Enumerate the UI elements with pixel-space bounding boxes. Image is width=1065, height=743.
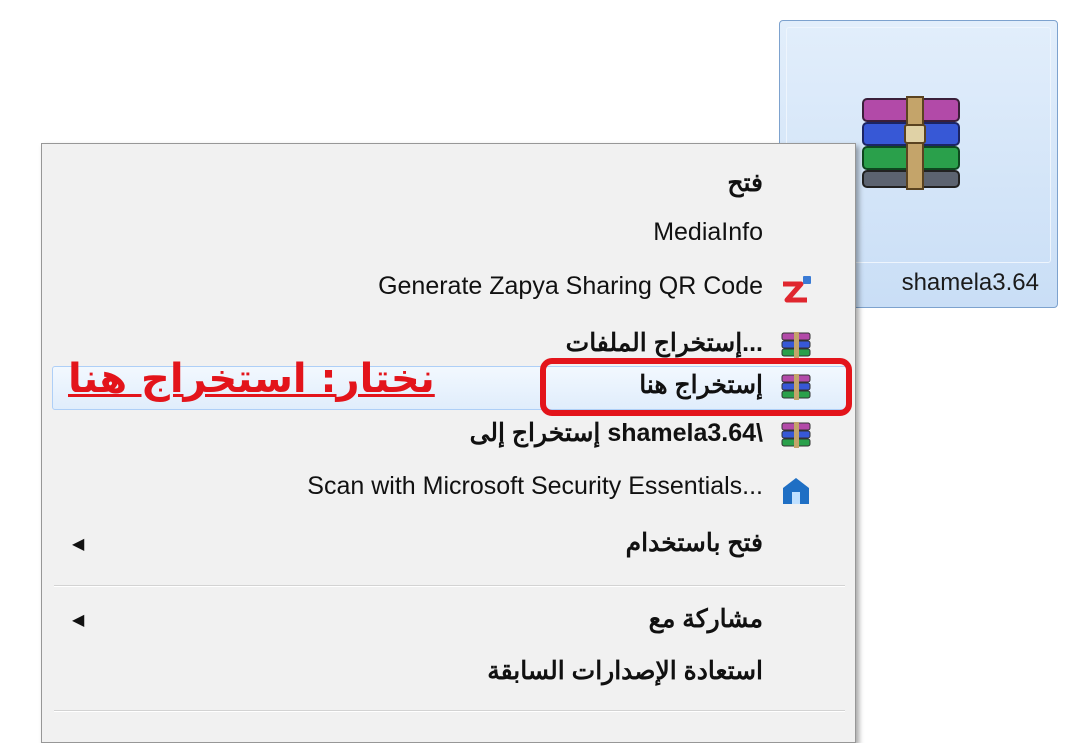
annotation-highlight-box xyxy=(540,358,852,416)
menu-item-label: فتح باستخدام xyxy=(625,529,763,557)
menu-item-label: إستخراج الملفات... xyxy=(565,329,763,357)
menu-item-scan-mse[interactable]: Scan with Microsoft Security Essentials.… xyxy=(42,464,855,516)
menu-item-label: MediaInfo xyxy=(653,218,763,246)
menu-item-open[interactable]: فتح xyxy=(42,160,855,212)
zapya-icon xyxy=(783,276,811,303)
menu-separator xyxy=(54,710,845,712)
menu-item-zapya-qr[interactable]: Generate Zapya Sharing QR Code xyxy=(42,264,855,316)
winrar-icon xyxy=(781,422,811,448)
menu-item-label: فتح xyxy=(727,169,763,197)
winrar-archive-icon xyxy=(862,96,960,190)
security-essentials-icon xyxy=(783,478,809,504)
menu-item-label: استعادة الإصدارات السابقة xyxy=(487,657,763,685)
menu-item-share-with[interactable]: ◀ مشاركة مع xyxy=(42,596,855,648)
menu-item-restore-versions[interactable]: استعادة الإصدارات السابقة xyxy=(42,648,855,700)
menu-item-label: Scan with Microsoft Security Essentials.… xyxy=(307,472,763,500)
menu-separator xyxy=(54,585,845,587)
menu-item-label: مشاركة مع xyxy=(648,605,763,633)
menu-item-open-with[interactable]: ◀ فتح باستخدام xyxy=(42,520,855,572)
annotation-text: نختار: استخراج هنا xyxy=(68,356,435,402)
menu-item-extract-to[interactable]: إستخراج إلى shamela3.64\ xyxy=(42,410,855,462)
menu-item-label: إستخراج إلى shamela3.64\ xyxy=(469,419,763,447)
context-menu: فتح MediaInfo Generate Zapya Sharing QR … xyxy=(41,143,856,743)
submenu-arrow-icon: ◀ xyxy=(72,534,85,553)
menu-item-label: Generate Zapya Sharing QR Code xyxy=(378,272,763,300)
submenu-arrow-icon: ◀ xyxy=(72,610,85,629)
menu-item-mediainfo[interactable]: MediaInfo xyxy=(42,210,855,262)
